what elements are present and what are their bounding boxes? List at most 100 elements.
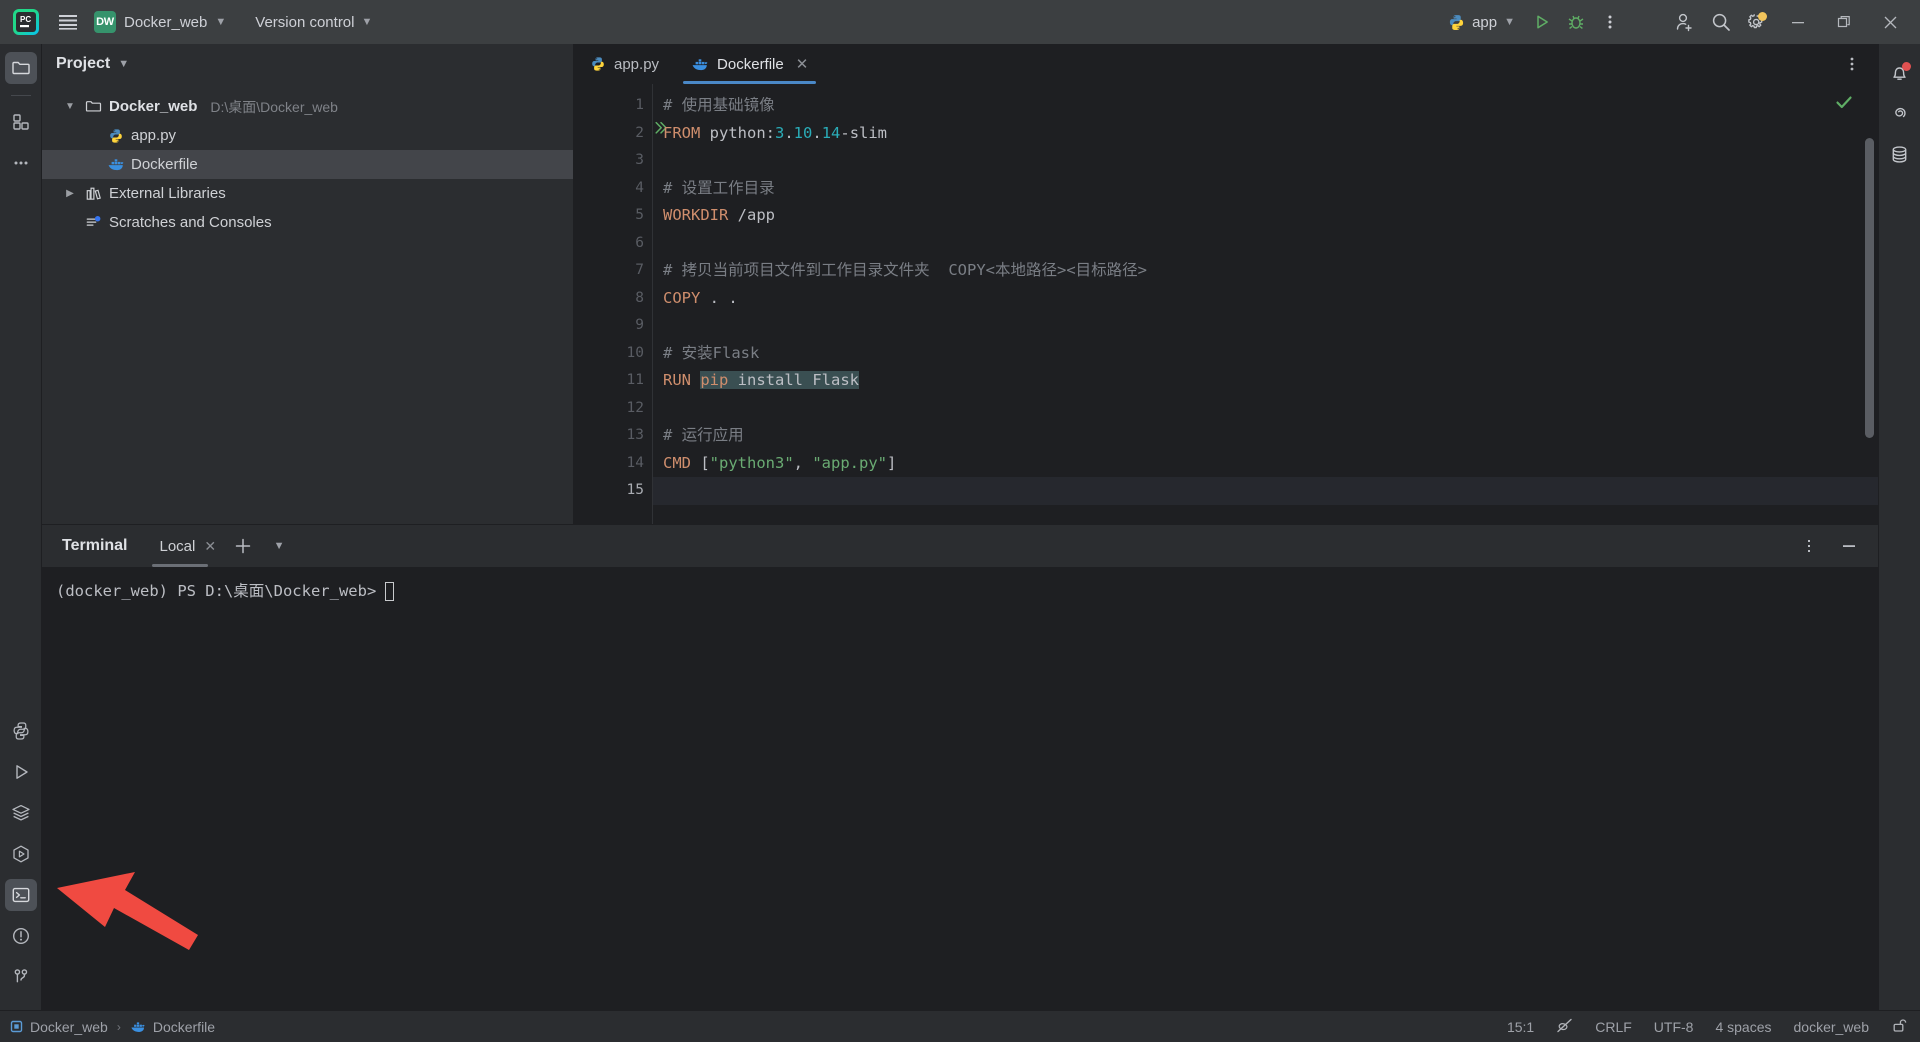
- sidebar-item-project[interactable]: [4, 52, 37, 84]
- tree-item-app-py[interactable]: app.py: [42, 121, 573, 150]
- chevron-down-icon[interactable]: ▼: [62, 101, 78, 112]
- gutter-line[interactable]: 8: [574, 285, 652, 313]
- breadcrumb-file[interactable]: Dockerfile: [130, 1019, 215, 1035]
- terminal-session-tab-local[interactable]: Local ✕: [151, 529, 223, 567]
- debug-button[interactable]: [1560, 6, 1592, 38]
- tree-item-scratches-and-consoles[interactable]: Scratches and Consoles: [42, 208, 573, 237]
- code-line[interactable]: WORKDIR /app: [653, 202, 1878, 230]
- more-vertical-icon: [1608, 15, 1612, 29]
- project-selector[interactable]: DW Docker_web ▼: [86, 6, 234, 38]
- tree-item-docker-web[interactable]: ▼ Docker_web D:\桌面\Docker_web: [42, 92, 573, 121]
- more-actions-button[interactable]: [1594, 6, 1626, 38]
- unlocked-icon[interactable]: [1891, 1017, 1908, 1037]
- maximize-window-button[interactable]: [1822, 0, 1866, 44]
- tree-item-external-libraries[interactable]: ▶ External Libraries: [42, 179, 573, 208]
- new-terminal-session-button[interactable]: [228, 531, 258, 561]
- gutter-line[interactable]: 1: [574, 92, 652, 120]
- code-line[interactable]: # 使用基础镜像: [653, 92, 1878, 120]
- sidebar-item-python-packages[interactable]: [5, 715, 37, 747]
- code-line[interactable]: # 设置工作目录: [653, 175, 1878, 203]
- gutter-line[interactable]: 10: [574, 340, 652, 368]
- no-access-icon[interactable]: [1556, 1017, 1573, 1037]
- run-button[interactable]: [1526, 6, 1558, 38]
- code-line[interactable]: RUN pip install Flask: [653, 367, 1878, 395]
- settings-button[interactable]: [1740, 6, 1774, 38]
- gutter-line[interactable]: 9: [574, 312, 652, 340]
- python-interpreter[interactable]: docker_web: [1794, 1019, 1870, 1035]
- code-line[interactable]: [653, 230, 1878, 258]
- code-line[interactable]: # 拷贝当前项目文件到工作目录文件夹 COPY<本地路径><目标路径>: [653, 257, 1878, 285]
- code-line[interactable]: [653, 312, 1878, 340]
- terminal-options-button[interactable]: [1794, 531, 1824, 561]
- code-line[interactable]: FROM python:3.10.14-slim: [653, 120, 1878, 148]
- gutter-line[interactable]: 15: [574, 477, 652, 505]
- checkmark-icon[interactable]: [1834, 92, 1854, 118]
- sidebar-item-notifications[interactable]: [1884, 56, 1916, 88]
- indent-setting[interactable]: 4 spaces: [1715, 1019, 1771, 1035]
- breadcrumb-module[interactable]: Docker_web: [10, 1019, 108, 1035]
- code-line[interactable]: [653, 395, 1878, 423]
- editor-tab-app-py[interactable]: app.py: [574, 44, 675, 84]
- file-encoding[interactable]: UTF-8: [1654, 1019, 1694, 1035]
- sidebar-item-more[interactable]: [5, 147, 37, 179]
- chevron-down-icon[interactable]: ▼: [118, 58, 129, 70]
- gutter-line[interactable]: 12: [574, 395, 652, 423]
- sidebar-item-problems[interactable]: [5, 920, 37, 952]
- sidebar-item-version-control[interactable]: [5, 961, 37, 993]
- terminal-output[interactable]: (docker_web) PS D:\桌面\Docker_web>: [42, 567, 1878, 1010]
- code-line[interactable]: [653, 477, 1878, 505]
- editor-vertical-scrollbar[interactable]: [1865, 138, 1874, 438]
- gutter-line[interactable]: 7: [574, 257, 652, 285]
- close-window-button[interactable]: [1868, 0, 1912, 44]
- terminal-title[interactable]: Terminal: [52, 537, 138, 555]
- sidebar-item-ai-assistant[interactable]: [1884, 97, 1916, 129]
- gutter-line[interactable]: 5: [574, 202, 652, 230]
- terminal-sessions-dropdown[interactable]: ▼: [264, 531, 294, 561]
- sidebar-item-commit[interactable]: [5, 106, 37, 138]
- gutter-line[interactable]: 4: [574, 175, 652, 203]
- editor-options-button[interactable]: [1836, 48, 1868, 80]
- close-icon[interactable]: ✕: [796, 57, 809, 72]
- sidebar-item-database[interactable]: [1884, 138, 1916, 170]
- code-line[interactable]: COPY . .: [653, 285, 1878, 313]
- gutter-line[interactable]: 11: [574, 367, 652, 395]
- chevron-down-icon: ▼: [215, 15, 227, 28]
- run-configuration-selector[interactable]: app ▼: [1439, 7, 1524, 37]
- editor-tab-dockerfile[interactable]: Dockerfile ✕: [675, 44, 824, 84]
- gutter-line[interactable]: 2: [574, 120, 667, 148]
- center-column: Project ▼ ▼ Docker_web D:\桌面\Docker_web app…: [42, 44, 1878, 1010]
- sidebar-item-terminal[interactable]: [4, 879, 37, 911]
- editor-gutter[interactable]: 1 2 3 4 5 6 7 8 9 10 11 12 13 14 15: [574, 84, 667, 524]
- code-line[interactable]: CMD ["python3", "app.py"]: [653, 450, 1878, 478]
- sidebar-item-run[interactable]: [5, 756, 37, 788]
- gutter-line[interactable]: 6: [574, 230, 652, 258]
- sidebar-item-python-console[interactable]: [5, 838, 37, 870]
- version-control-button[interactable]: Version control ▼: [246, 6, 381, 38]
- add-account-button[interactable]: [1668, 6, 1702, 38]
- caret-position[interactable]: 15:1: [1507, 1019, 1534, 1035]
- search-icon: [1712, 13, 1730, 31]
- docker-file-icon: [106, 157, 125, 172]
- project-panel-title[interactable]: Project: [56, 55, 110, 73]
- line-separator[interactable]: CRLF: [1595, 1019, 1632, 1035]
- editor-code-content[interactable]: # 使用基础镜像 FROM python:3.10.14-slim # 设置工作目…: [652, 84, 1878, 524]
- search-everywhere-button[interactable]: [1704, 6, 1738, 38]
- code-line[interactable]: # 运行应用: [653, 422, 1878, 450]
- gutter-line[interactable]: 13: [574, 422, 652, 450]
- minimize-window-button[interactable]: [1776, 0, 1820, 44]
- terminal-minimize-button[interactable]: [1834, 531, 1864, 561]
- code-line[interactable]: # 安装Flask: [653, 340, 1878, 368]
- code-line[interactable]: [653, 147, 1878, 175]
- gutter-line[interactable]: 14: [574, 450, 652, 478]
- gutter-line[interactable]: 3: [574, 147, 652, 175]
- code-token: install Flask: [728, 371, 859, 389]
- tree-item-dockerfile[interactable]: Dockerfile: [42, 150, 573, 179]
- project-tree: ▼ Docker_web D:\桌面\Docker_web app.py Dockerf…: [42, 84, 573, 237]
- code-editor[interactable]: 1 2 3 4 5 6 7 8 9 10 11 12 13 14 15 # 使用基础镜像 FROM pytho…: [574, 84, 1878, 524]
- main-menu-button[interactable]: [52, 6, 84, 38]
- editor-area: app.py Dockerfile ✕ 1 2 3 4 5 6 7 8 9 10 11: [574, 44, 1878, 524]
- close-icon[interactable]: ✕: [204, 538, 216, 555]
- sidebar-item-services[interactable]: [5, 797, 37, 829]
- scratches-icon: [84, 214, 103, 231]
- chevron-right-icon[interactable]: ▶: [62, 188, 78, 199]
